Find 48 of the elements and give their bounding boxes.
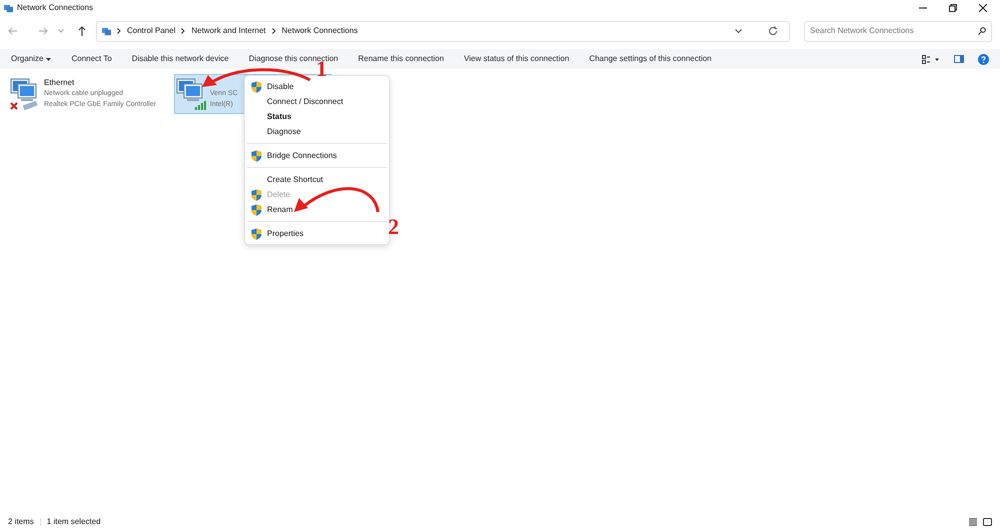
selection-count: 1 item selected (46, 516, 101, 528)
toolbar-button[interactable]: Change settings of this connection (589, 53, 712, 65)
menu-item[interactable]: Bridge Connections (245, 148, 389, 163)
network-icon (102, 26, 111, 36)
menu-item[interactable]: Status (245, 109, 389, 124)
toolbar-button[interactable]: Rename this connection (358, 53, 444, 65)
view-options-icon[interactable] (922, 54, 940, 64)
toolbar-button[interactable]: Organize (11, 53, 52, 65)
network-icon (4, 4, 13, 12)
shield-icon (251, 188, 262, 200)
menu-item[interactable]: Diagnose (245, 124, 389, 139)
menu-item[interactable]: Create Shortcut (245, 172, 389, 187)
search-field[interactable]: Search Network Connections (804, 20, 992, 42)
tiles-view-icon[interactable] (983, 518, 992, 526)
chevron-icon (181, 28, 186, 34)
chevron-icon (117, 28, 121, 34)
preview-pane-icon[interactable] (954, 55, 964, 63)
breadcrumb[interactable]: Network and Internet (191, 25, 266, 37)
step-number: 2 (388, 216, 399, 238)
breadcrumb[interactable]: Network Connections (282, 25, 358, 37)
caret-icon (46, 58, 52, 60)
shield-icon (251, 80, 262, 92)
chevron-down-icon[interactable] (735, 29, 742, 33)
toolbar-button[interactable]: Disable this network device (132, 53, 229, 65)
close-icon (979, 4, 987, 12)
connection-name: Ethernet (44, 77, 76, 88)
item-count: 2 items (8, 516, 34, 528)
up-arrow-icon[interactable] (78, 26, 86, 36)
window-title: Network Connections (17, 2, 94, 14)
address-bar[interactable]: Control Panel Network and Internet Network Connections (96, 20, 790, 42)
menu-item[interactable]: Connect / Disconnect (245, 94, 389, 109)
toolbar-button[interactable]: Connect To (71, 53, 112, 65)
shield-icon (251, 228, 262, 240)
menu-item[interactable]: Renam (245, 202, 389, 217)
refresh-icon[interactable] (768, 26, 778, 36)
wireless-computer-icon (175, 77, 209, 111)
shield-icon (251, 204, 262, 216)
menu-item[interactable]: Disable (245, 79, 389, 94)
breadcrumb[interactable]: Control Panel (127, 25, 176, 37)
restore-icon (949, 4, 957, 12)
shield-icon (251, 150, 262, 162)
menu-item[interactable]: Properties (245, 226, 389, 241)
chevron-icon (272, 28, 276, 34)
search-icon (978, 27, 986, 35)
toolbar-button[interactable]: View status of this connection (464, 53, 570, 65)
search-input[interactable]: Search Network Connections (810, 25, 978, 37)
details-view-icon[interactable] (969, 518, 977, 526)
help-icon[interactable] (978, 54, 989, 64)
